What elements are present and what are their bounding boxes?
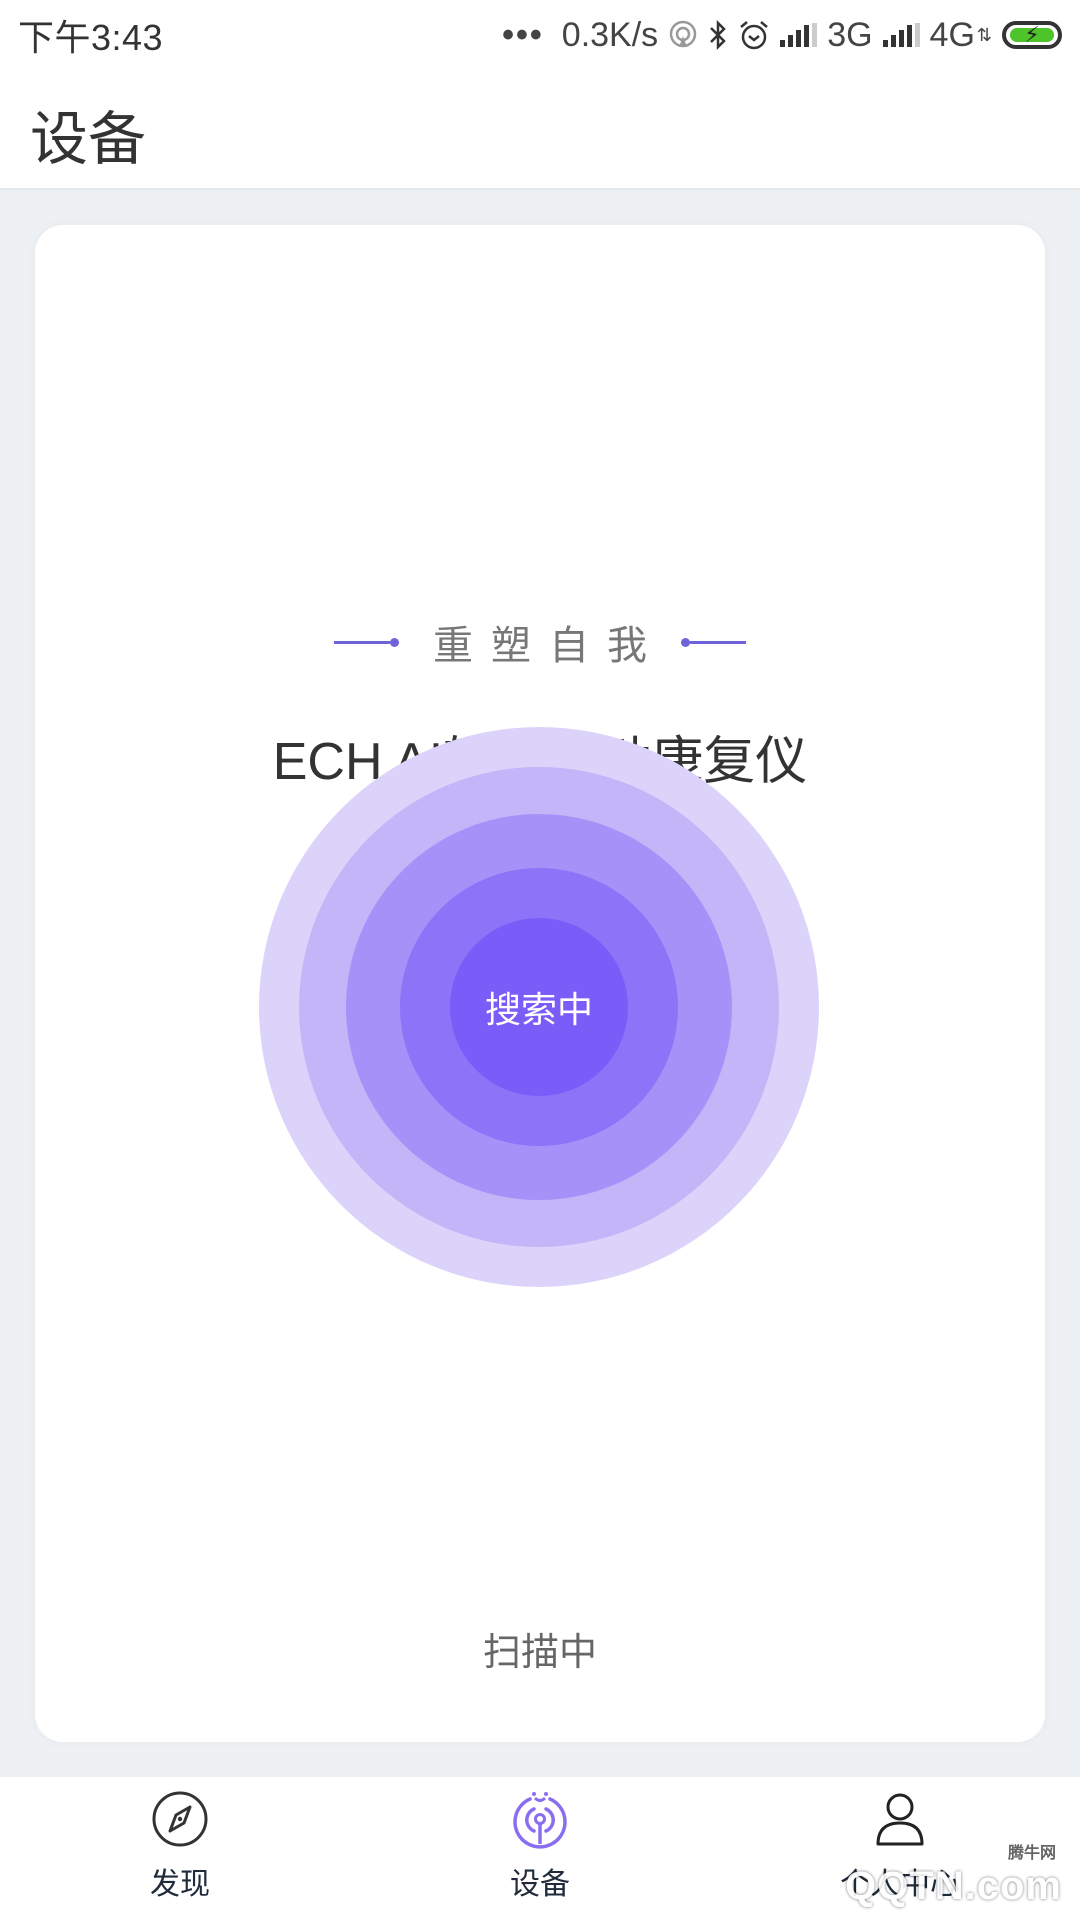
slogan-right-line — [681, 637, 746, 647]
app-header: 设备 — [0, 70, 1080, 190]
status-time: 下午3:43 — [18, 17, 164, 58]
tab-discover[interactable]: 发现 — [0, 1777, 360, 1921]
radar-label: 搜索中 — [484, 989, 593, 1030]
network-type-1: 3G — [827, 15, 873, 54]
device-signal-icon — [513, 1792, 567, 1849]
scan-status: 扫描中 — [482, 1632, 597, 1674]
radar-search-button[interactable]: 搜索中 — [259, 727, 819, 1287]
watermark: 腾牛网 QQTN.com — [845, 1838, 1062, 1909]
network-type-2: 4G — [929, 15, 975, 54]
tab-label: 发现 — [150, 1868, 210, 1901]
status-icons: ••• 0.3K/s 3G 4G ⇅ ⚡ — [502, 16, 1062, 55]
slogan-left-line — [334, 637, 399, 647]
tab-device[interactable]: 设备 — [360, 1777, 720, 1921]
tab-label: 设备 — [510, 1868, 570, 1901]
alarm-icon — [740, 21, 768, 50]
watermark-top: 腾牛网 — [1001, 1838, 1062, 1864]
watermark-main: QQTN.com — [845, 1864, 1062, 1908]
slogan: 重塑自我 — [35, 613, 1045, 671]
data-arrows-icon: ⇅ — [976, 25, 992, 45]
net-speed: 0.3K/s — [561, 15, 659, 54]
battery-charging-icon: ⚡ — [1002, 21, 1062, 49]
hotspot-icon — [669, 20, 697, 48]
signal-icon — [882, 23, 920, 47]
status-bar: 下午3:43 ••• 0.3K/s 3G 4G ⇅ ⚡ — [0, 0, 1080, 70]
compass-icon — [152, 1791, 208, 1847]
page-title: 设备 — [30, 107, 147, 172]
bottom-tab-bar: 发现 设备 个人中心 腾牛网 QQTN.com — [0, 1776, 1080, 1921]
bluetooth-icon — [710, 19, 726, 51]
slogan-text: 重塑自我 — [433, 624, 665, 668]
more-dots-icon: ••• — [502, 15, 544, 54]
signal-icon — [780, 23, 818, 47]
